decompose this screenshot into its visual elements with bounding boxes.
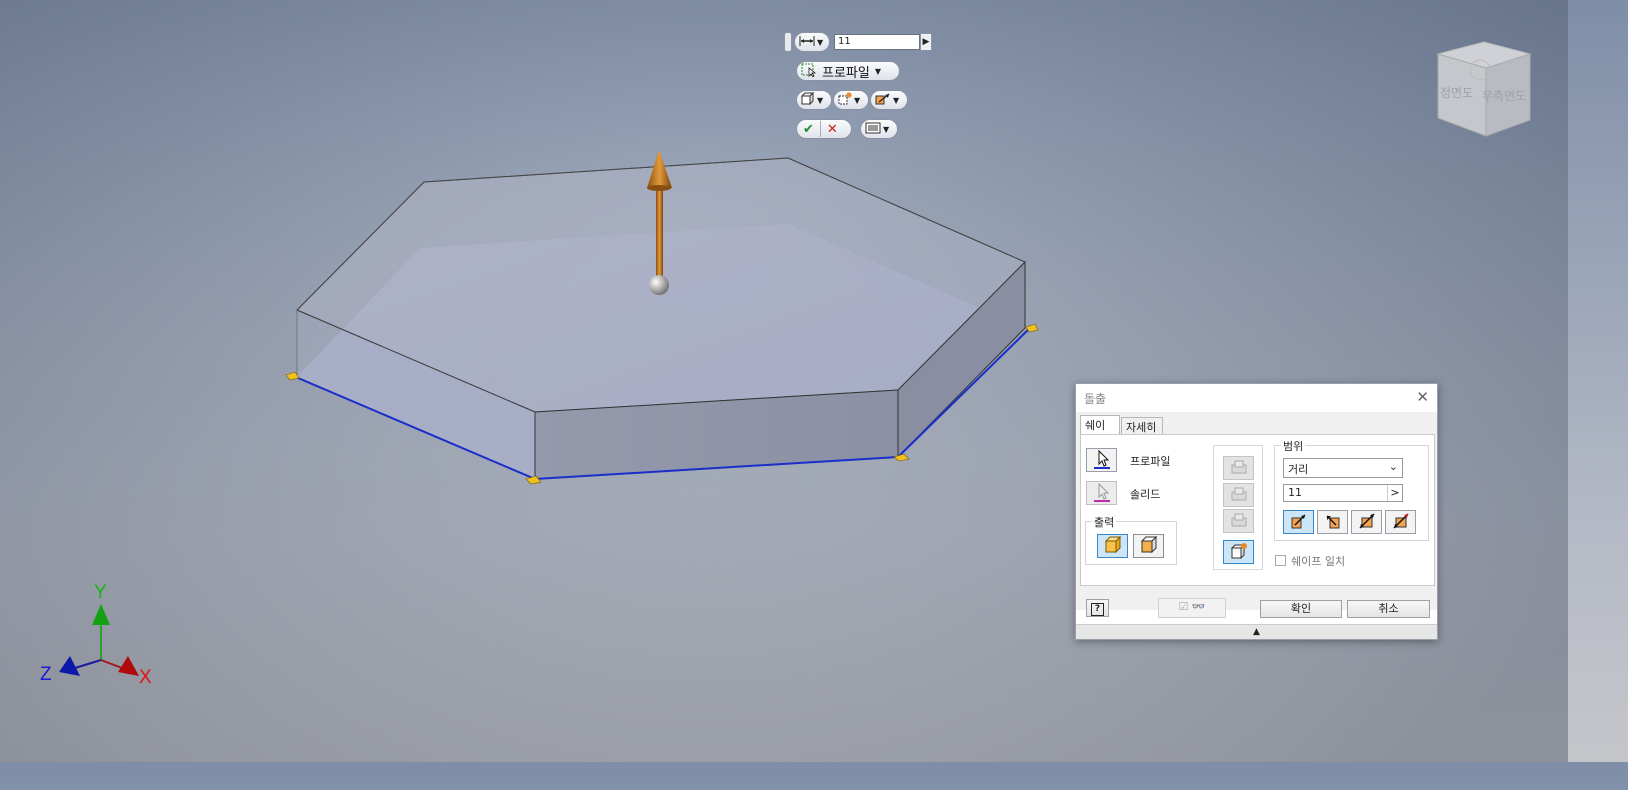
divider	[819, 121, 821, 137]
shape-panel: 프로파일 솔리드 출력 범위 거리 ⌄ 11 > 쉐이프 일치	[1080, 434, 1435, 586]
viewcube-right-label[interactable]: 우측면도	[1482, 87, 1526, 104]
join-operation-icon	[838, 92, 852, 108]
direction-default-icon	[1290, 513, 1308, 532]
surface-cube-icon	[1140, 535, 1158, 556]
triangle-up-icon: ▲	[1253, 627, 1260, 637]
distance-input[interactable]: 11 >	[1283, 484, 1403, 502]
chevron-down-icon: ▼	[893, 95, 900, 105]
direction-default-button[interactable]	[1283, 510, 1314, 534]
select-arrow-icon	[1092, 449, 1112, 472]
profile-selector-button[interactable]	[1086, 448, 1117, 472]
intersect-button[interactable]	[1223, 509, 1254, 533]
cut-button[interactable]	[1223, 483, 1254, 507]
chevron-down-icon: ▼	[874, 66, 881, 76]
ok-cancel-group: ✔ ✕	[796, 119, 852, 139]
output-solid-button[interactable]	[1097, 534, 1128, 558]
triad-x-label: X	[139, 667, 152, 688]
distance-icon	[799, 35, 815, 50]
close-icon[interactable]: ✕	[827, 122, 838, 137]
output-type-button[interactable]: ▼	[796, 90, 832, 110]
extent-group: 범위 거리 ⌄ 11 >	[1274, 438, 1429, 541]
direction-asymmetric-icon	[1392, 513, 1410, 532]
profile-select-button[interactable]: 프로파일 ▼	[796, 61, 900, 81]
cancel-button[interactable]: 취소	[1347, 600, 1430, 618]
mini-toolbar-distance-row: ▼ 11 ▶	[784, 32, 932, 52]
select-arrow-icon	[1092, 482, 1112, 505]
direction-icon	[875, 92, 891, 109]
match-shape-label: 쉐이프 일치	[1291, 555, 1346, 568]
tab-more[interactable]: 자세히	[1121, 417, 1163, 434]
dialog-body: 쉐이프 자세히 프로파일 솔리드 출력	[1076, 412, 1437, 618]
triad-z-label: Z	[40, 664, 52, 685]
output-surface-button[interactable]	[1133, 534, 1164, 558]
solid-cube-icon	[1104, 535, 1122, 556]
direction-flipped-icon	[1324, 513, 1342, 532]
mini-toolbar-grip[interactable]	[784, 32, 792, 52]
profile-select-icon	[801, 63, 817, 80]
viewcube[interactable]: 정면도 우측면도	[1432, 40, 1532, 140]
apply-arrow-button[interactable]: ▶	[920, 33, 932, 51]
triad-y-label: Y	[94, 582, 107, 603]
viewcube-front-label[interactable]: 정면도	[1440, 84, 1473, 101]
intersect-icon	[1230, 512, 1248, 531]
play-icon: ▶	[922, 37, 930, 47]
chevron-down-icon: ▼	[854, 95, 861, 105]
chevron-right-icon[interactable]: >	[1387, 485, 1402, 501]
mini-toolbar-profile-row: 프로파일 ▼	[796, 61, 900, 81]
operation-button[interactable]: ▼	[833, 90, 869, 110]
operation-group	[1213, 445, 1263, 570]
profile-label: 프로파일	[822, 65, 870, 81]
dialog-title: 돌출	[1084, 392, 1107, 406]
direction-flipped-button[interactable]	[1317, 510, 1348, 534]
output-group: 출력	[1085, 514, 1177, 565]
chevron-down-icon: ▼	[817, 95, 824, 105]
check-icon[interactable]: ✔	[803, 122, 814, 137]
ok-button[interactable]: 확인	[1260, 600, 1342, 618]
new-solid-icon	[1230, 542, 1248, 562]
direction-buttons	[1283, 510, 1423, 534]
solid-selector-button[interactable]	[1086, 481, 1117, 505]
tab-shape[interactable]: 쉐이프	[1080, 415, 1120, 448]
extent-type-select[interactable]: 거리 ⌄	[1283, 458, 1403, 478]
mini-toolbar-output-row: ▼ ▼ ▼	[796, 90, 908, 110]
extent-group-title: 범위	[1281, 438, 1306, 454]
chevron-down-icon: ⌄	[1388, 460, 1398, 473]
join-button[interactable]	[1223, 456, 1254, 480]
glasses-icon: 👓	[1191, 600, 1206, 613]
extent-type-value: 거리	[1288, 463, 1309, 476]
distance-value: 11	[1288, 486, 1302, 499]
options-menu-button[interactable]: ▼	[860, 119, 898, 139]
distance-type-button[interactable]: ▼	[794, 32, 830, 52]
chevron-down-icon: ▼	[817, 37, 824, 47]
check-icon: ☑	[1178, 600, 1189, 613]
help-button[interactable]: ?	[1086, 599, 1109, 617]
close-icon[interactable]: ✕	[1416, 388, 1429, 406]
cut-icon	[1230, 486, 1248, 505]
model-viewport[interactable]	[0, 0, 1568, 762]
solid-output-icon	[800, 91, 815, 108]
new-solid-button[interactable]	[1223, 540, 1254, 564]
match-shape-checkbox[interactable]	[1275, 555, 1286, 566]
extrude-dialog: 돌출 ✕ 쉐이프 자세히 프로파일 솔리드 출력	[1075, 383, 1438, 640]
mini-toolbar-confirm-row: ✔ ✕ ▼	[796, 119, 898, 139]
preview-toggle[interactable]: ☑ 👓	[1158, 598, 1226, 618]
direction-asymmetric-button[interactable]	[1385, 510, 1416, 534]
list-menu-icon	[865, 122, 881, 137]
mini-distance-input[interactable]: 11	[834, 34, 920, 50]
join-icon	[1230, 459, 1248, 478]
expand-toggle[interactable]: ▲	[1076, 624, 1437, 639]
help-icon: ?	[1091, 603, 1104, 616]
output-group-title: 출력	[1092, 514, 1117, 530]
direction-symmetric-button[interactable]	[1351, 510, 1382, 534]
profile-label: 프로파일	[1130, 455, 1171, 468]
direction-symmetric-icon	[1358, 513, 1376, 532]
chevron-down-icon: ▼	[883, 124, 890, 134]
coordinate-triad	[59, 604, 139, 676]
solid-label: 솔리드	[1130, 488, 1161, 501]
direction-button[interactable]: ▼	[870, 90, 908, 110]
